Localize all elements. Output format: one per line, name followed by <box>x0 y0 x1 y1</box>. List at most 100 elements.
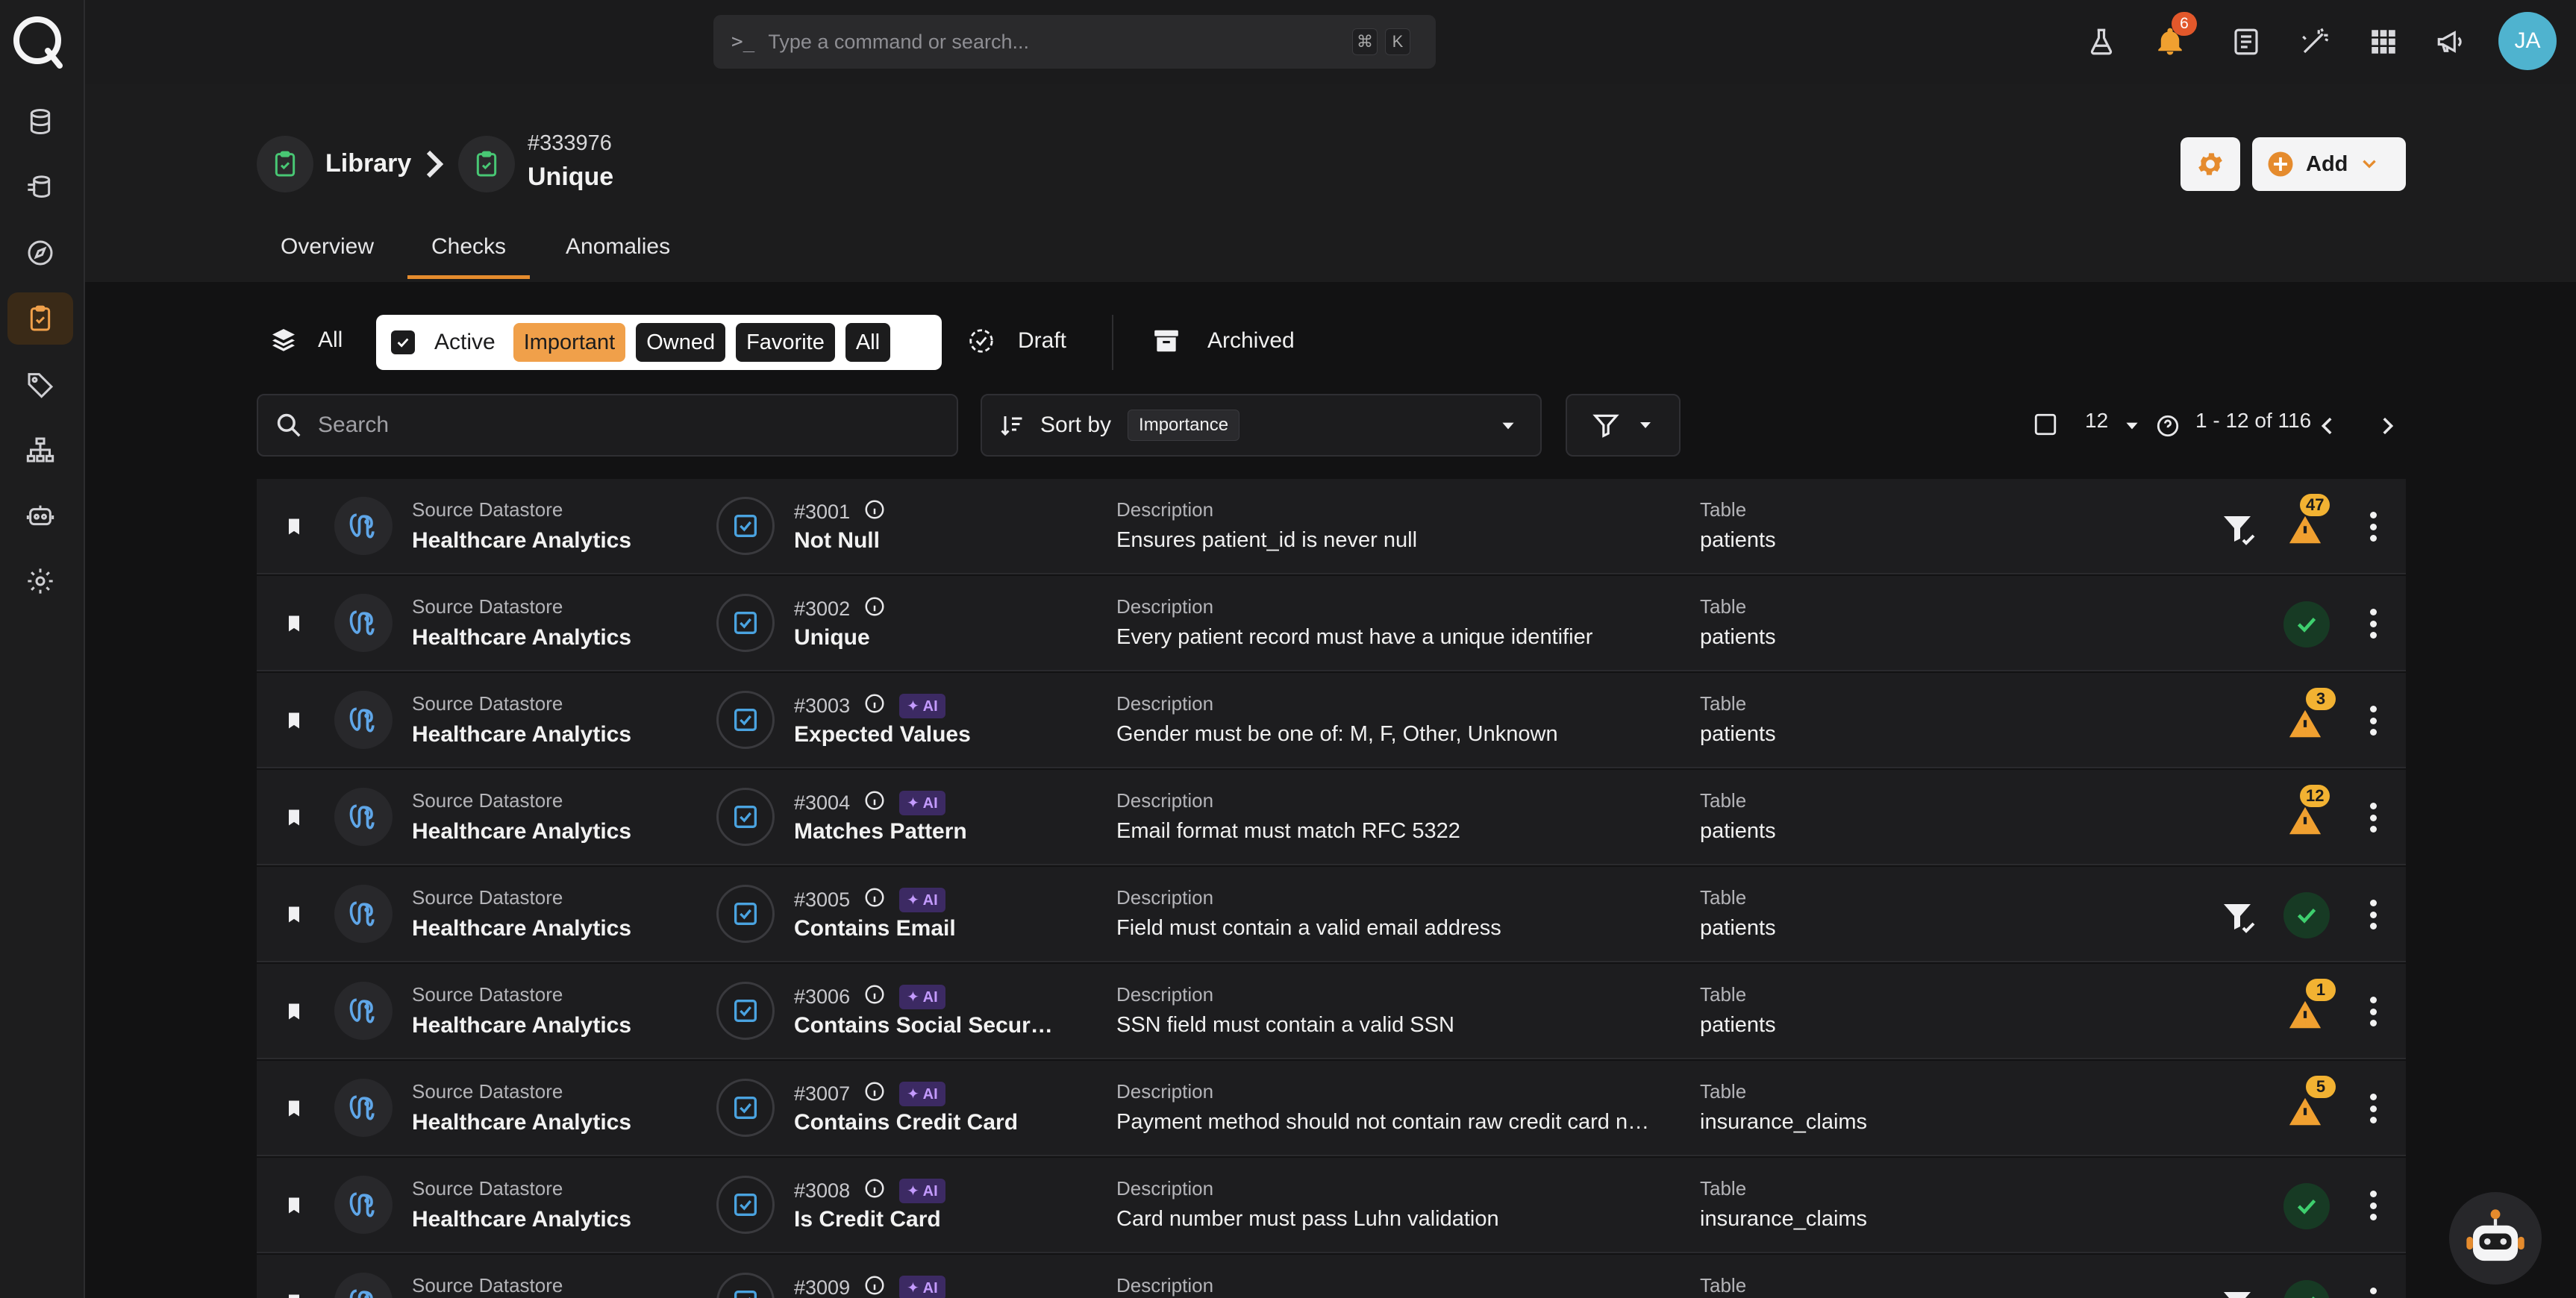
table-name[interactable]: patients <box>1700 722 1776 747</box>
check-name[interactable]: Contains Social Security Number <box>794 1013 1055 1038</box>
check-name[interactable]: Contains Credit Card <box>794 1110 1055 1135</box>
check-name[interactable]: Is Credit Card <box>794 1207 1055 1232</box>
passed-status-icon[interactable] <box>2283 1280 2330 1298</box>
datastore-name[interactable]: Healthcare Analytics <box>412 625 631 650</box>
more-options-icon[interactable] <box>2360 1188 2386 1223</box>
table-row[interactable]: Source Datastore Healthcare Analytics #300… <box>257 673 2406 768</box>
pill-all[interactable]: All <box>845 323 891 362</box>
caret-down-icon[interactable] <box>2122 416 2142 436</box>
info-icon[interactable] <box>863 498 886 526</box>
assistant-bot-button[interactable] <box>2449 1192 2542 1285</box>
info-icon[interactable] <box>863 1274 886 1298</box>
info-icon[interactable] <box>863 983 886 1011</box>
table-row[interactable]: Source Datastore Healthcare Analytics #300… <box>257 867 2406 962</box>
sidebar-item-library[interactable] <box>7 292 73 345</box>
sort-select[interactable]: Sort by Importance <box>981 394 1542 457</box>
more-options-icon[interactable] <box>2360 509 2386 545</box>
user-avatar[interactable]: JA <box>2498 12 2557 70</box>
datastore-name[interactable]: Healthcare Analytics <box>412 1013 631 1038</box>
bookmark-icon[interactable] <box>284 1097 304 1120</box>
check-name[interactable]: Expected Values <box>794 722 1055 747</box>
apps-grid-icon[interactable] <box>2364 22 2403 61</box>
more-options-icon[interactable] <box>2360 1091 2386 1126</box>
info-icon[interactable] <box>863 789 886 817</box>
filter-button[interactable] <box>1566 394 1681 457</box>
warning-icon[interactable] <box>2288 998 2322 1029</box>
tab-checks[interactable]: Checks <box>431 234 506 260</box>
warning-icon[interactable] <box>2288 513 2322 544</box>
table-row[interactable]: Source Datastore #3009 ✦ AI Description Tabl… <box>257 1255 2406 1298</box>
check-name[interactable]: Matches Pattern <box>794 819 1055 844</box>
table-name[interactable]: patients <box>1700 1013 1776 1038</box>
datastore-name[interactable]: Healthcare Analytics <box>412 1207 631 1232</box>
sidebar-item-tags[interactable] <box>7 358 73 410</box>
bell-icon[interactable]: 6 <box>2151 12 2197 61</box>
command-search[interactable]: >_ Type a command or search... ⌘ K <box>713 15 1436 69</box>
bookmark-icon[interactable] <box>284 806 304 830</box>
bookmark-icon[interactable] <box>284 1194 304 1217</box>
app-logo[interactable] <box>10 13 67 70</box>
table-row[interactable]: Source Datastore Healthcare Analytics #300… <box>257 1158 2406 1253</box>
settings-button[interactable] <box>2180 137 2240 191</box>
passed-status-icon[interactable] <box>2283 892 2330 938</box>
more-options-icon[interactable] <box>2360 897 2386 932</box>
check-name[interactable]: Contains Email <box>794 916 1055 941</box>
datastore-name[interactable]: Healthcare Analytics <box>412 1110 631 1135</box>
sidebar-item-datastores[interactable] <box>7 95 73 148</box>
sidebar-item-explore[interactable] <box>7 227 73 279</box>
page-size[interactable]: 12 <box>2085 409 2108 433</box>
table-row[interactable]: Source Datastore Healthcare Analytics #300… <box>257 576 2406 671</box>
table-name[interactable]: patients <box>1700 916 1776 941</box>
sidebar-item-enrichment[interactable] <box>7 161 73 213</box>
info-icon[interactable] <box>863 1177 886 1205</box>
bookmark-icon[interactable] <box>284 515 304 539</box>
tab-anomalies[interactable]: Anomalies <box>566 234 670 260</box>
chevron-left-icon[interactable] <box>2315 413 2340 439</box>
bookmark-icon[interactable] <box>284 612 304 636</box>
datastore-name[interactable]: Healthcare Analytics <box>412 722 631 747</box>
sidebar-item-settings[interactable] <box>7 555 73 607</box>
megaphone-icon[interactable] <box>2431 22 2470 61</box>
datastore-name[interactable]: Healthcare Analytics <box>412 528 631 554</box>
passed-status-icon[interactable] <box>2283 1183 2330 1229</box>
table-name[interactable]: patients <box>1700 528 1776 553</box>
tab-overview[interactable]: Overview <box>281 234 374 260</box>
more-options-icon[interactable] <box>2360 606 2386 642</box>
filter-draft[interactable]: Draft <box>967 327 1066 355</box>
table-row[interactable]: Source Datastore Healthcare Analytics #300… <box>257 770 2406 865</box>
breadcrumb-library[interactable]: Library <box>325 149 411 178</box>
bookmark-icon[interactable] <box>284 709 304 733</box>
more-options-icon[interactable] <box>2360 1285 2386 1298</box>
check-name[interactable]: Unique <box>794 625 1055 650</box>
check-name[interactable]: Not Null <box>794 528 1055 554</box>
table-row[interactable]: Source Datastore Healthcare Analytics #300… <box>257 479 2406 574</box>
datastore-name[interactable]: Healthcare Analytics <box>412 916 631 941</box>
table-name[interactable]: patients <box>1700 819 1776 844</box>
filter-archived[interactable]: Archived <box>1152 327 1295 355</box>
warning-icon[interactable] <box>2288 707 2322 738</box>
info-icon[interactable] <box>863 595 886 623</box>
flask-icon[interactable] <box>2082 22 2121 61</box>
table-row[interactable]: Source Datastore Healthcare Analytics #300… <box>257 1061 2406 1156</box>
active-checkbox[interactable] <box>391 330 415 354</box>
bookmark-icon[interactable] <box>284 1000 304 1023</box>
search-field[interactable] <box>257 394 958 457</box>
filter-all[interactable]: All <box>270 327 343 354</box>
pill-favorite[interactable]: Favorite <box>736 323 835 362</box>
more-options-icon[interactable] <box>2360 800 2386 835</box>
add-button[interactable]: Add <box>2252 137 2406 191</box>
select-all-checkbox[interactable] <box>2033 412 2058 442</box>
warning-icon[interactable] <box>2288 804 2322 835</box>
magic-wand-icon[interactable] <box>2295 22 2334 61</box>
table-name[interactable]: patients <box>1700 625 1776 650</box>
table-name[interactable]: insurance_claims <box>1700 1110 1867 1135</box>
more-options-icon[interactable] <box>2360 994 2386 1029</box>
bookmark-icon[interactable] <box>284 1291 304 1298</box>
table-name[interactable]: insurance_claims <box>1700 1207 1867 1232</box>
pill-important[interactable]: Important <box>513 323 626 362</box>
sidebar-item-agents[interactable] <box>7 489 73 542</box>
info-icon[interactable] <box>863 692 886 720</box>
table-row[interactable]: Source Datastore Healthcare Analytics #300… <box>257 964 2406 1059</box>
warning-icon[interactable] <box>2288 1095 2322 1126</box>
sidebar-item-flows[interactable] <box>7 424 73 476</box>
